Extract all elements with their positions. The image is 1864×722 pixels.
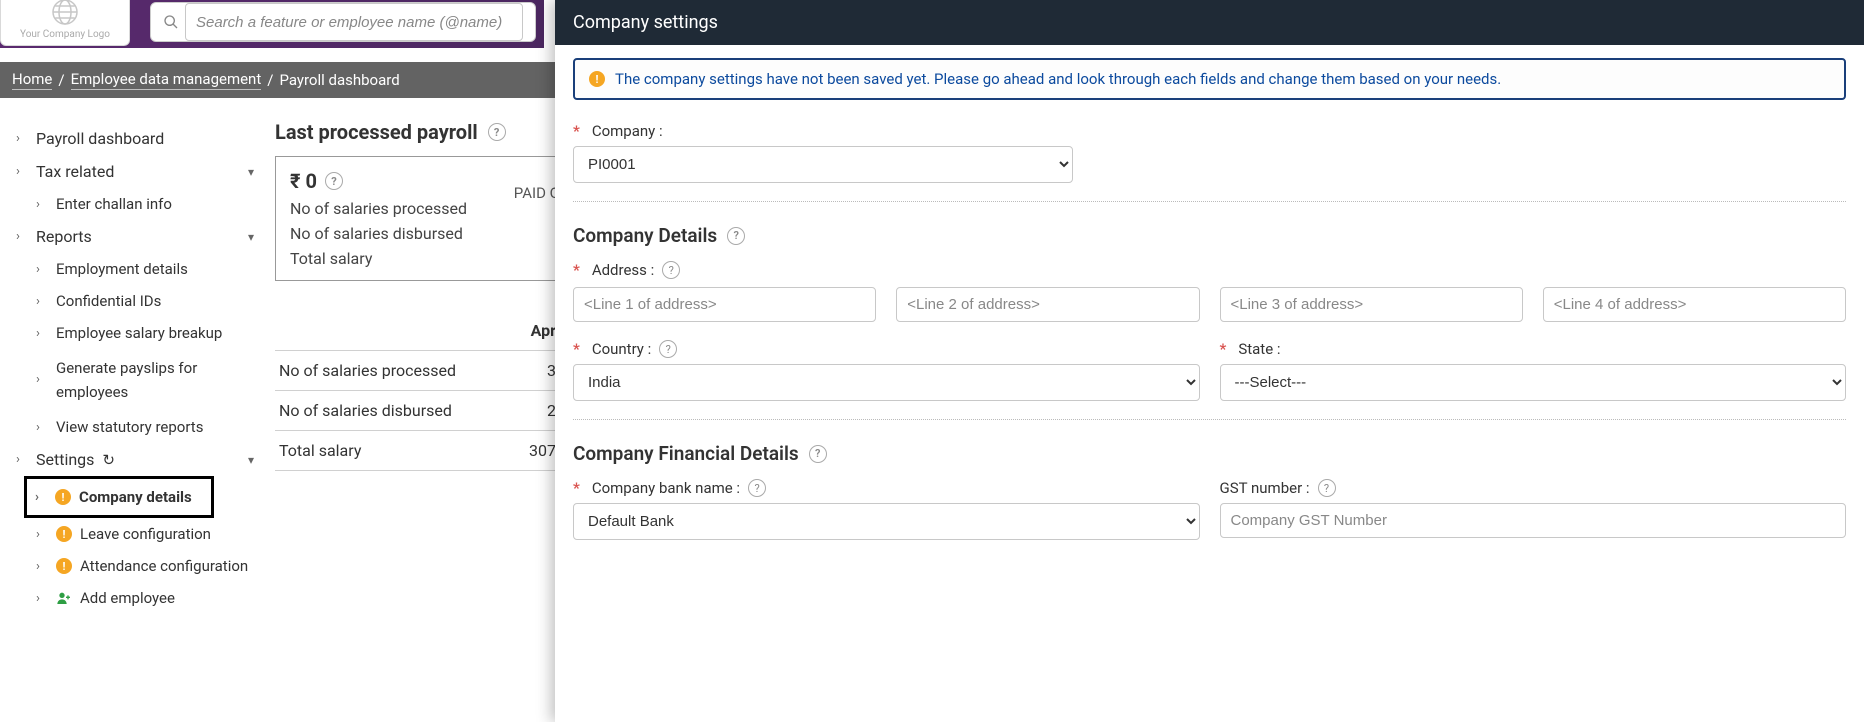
- sidebar-item-payroll-dashboard[interactable]: ›Payroll dashboard: [6, 122, 264, 155]
- user-plus-icon: [56, 590, 72, 606]
- sidebar-item-tax-related[interactable]: ›Tax related▾: [6, 155, 264, 188]
- breadcrumb-home[interactable]: Home: [12, 70, 52, 90]
- company-select[interactable]: PI0001: [573, 146, 1073, 183]
- address-row: [573, 287, 1846, 322]
- help-icon[interactable]: ?: [659, 340, 677, 358]
- help-icon[interactable]: ?: [325, 172, 343, 190]
- warning-icon: !: [56, 526, 72, 542]
- sidebar-item-generate-payslips[interactable]: ›Generate payslips for employees: [6, 349, 264, 411]
- label-country: *Country :?: [573, 340, 1200, 358]
- sidebar-item-reports[interactable]: ›Reports▾: [6, 220, 264, 253]
- company-logo[interactable]: Your Company Logo: [0, 0, 130, 46]
- help-icon[interactable]: ?: [1318, 479, 1336, 497]
- paid-label-fragment: PAID O: [514, 184, 560, 202]
- alert-text: The company settings have not been saved…: [615, 70, 1501, 88]
- globe-icon: [48, 0, 82, 27]
- sidebar-item-employment-details[interactable]: ›Employment details: [6, 253, 264, 285]
- chevron-down-icon: ▾: [248, 230, 254, 244]
- address-line-3[interactable]: [1220, 287, 1523, 322]
- table-row: Total salary307: [275, 431, 560, 471]
- address-line-4[interactable]: [1543, 287, 1846, 322]
- section-financial-details: Company Financial Details? *Company bank…: [573, 442, 1846, 540]
- sidebar-item-add-employee[interactable]: ›Add employee: [6, 582, 264, 614]
- help-icon[interactable]: ?: [748, 479, 766, 497]
- payroll-summary-table: Apr No of salaries processed3 No of sala…: [275, 311, 560, 471]
- chevron-right-icon: ›: [36, 420, 48, 435]
- sidebar-item-view-statutory[interactable]: ›View statutory reports: [6, 411, 264, 443]
- label-bank-name: *Company bank name :?: [573, 479, 1200, 497]
- chevron-right-icon: ›: [36, 326, 48, 341]
- chevron-right-icon: ›: [16, 452, 28, 467]
- warning-icon: !: [55, 489, 71, 505]
- chevron-right-icon: ›: [36, 591, 48, 606]
- chevron-right-icon: ›: [36, 527, 48, 542]
- chevron-right-icon: ›: [16, 131, 28, 146]
- search-icon: [163, 14, 179, 30]
- chevron-right-icon: ›: [16, 164, 28, 179]
- sidebar-item-leave-config[interactable]: ›!Leave configuration: [6, 518, 264, 550]
- panel-body: ! The company settings have not been sav…: [555, 44, 1864, 722]
- breadcrumb-edm[interactable]: Employee data management: [71, 70, 262, 90]
- unsaved-alert: ! The company settings have not been sav…: [573, 58, 1846, 100]
- label-state: *State :: [1220, 340, 1847, 358]
- address-line-2[interactable]: [896, 287, 1199, 322]
- payroll-line: No of salaries processed: [290, 199, 545, 218]
- search-input[interactable]: [185, 3, 523, 41]
- label-gst-number: GST number :?: [1220, 479, 1847, 497]
- sidebar-item-company-details[interactable]: ›!Company details: [29, 481, 205, 513]
- payroll-line: No of salaries disbursed: [290, 224, 545, 243]
- bank-select[interactable]: Default Bank: [573, 503, 1200, 540]
- gst-input[interactable]: [1220, 503, 1847, 538]
- address-line-1[interactable]: [573, 287, 876, 322]
- logo-text: Your Company Logo: [20, 29, 110, 40]
- main-content: Last processed payroll? ₹ 0? No of salar…: [275, 120, 560, 471]
- breadcrumb-current: Payroll dashboard: [279, 71, 399, 89]
- table-row: No of salaries disbursed2: [275, 391, 560, 431]
- section-title-last-payroll: Last processed payroll?: [275, 120, 560, 144]
- chevron-right-icon: ›: [36, 370, 48, 391]
- breadcrumb: Home / Employee data management / Payrol…: [0, 62, 555, 98]
- label-address: *Address :?: [573, 261, 1846, 279]
- company-settings-panel: Company settings ! The company settings …: [555, 0, 1864, 722]
- payroll-line: Total salary: [290, 249, 545, 268]
- search-field[interactable]: [150, 2, 536, 42]
- heading-company-details: Company Details?: [573, 224, 1846, 247]
- sidebar-item-settings[interactable]: ›Settings↻▾: [6, 443, 264, 476]
- chevron-right-icon: ›: [16, 229, 28, 244]
- col-month: Apr: [515, 311, 560, 351]
- label-company: *Company :: [573, 122, 1846, 140]
- chevron-down-icon: ▾: [248, 453, 254, 467]
- state-select[interactable]: ---Select---: [1220, 364, 1847, 401]
- help-icon[interactable]: ?: [662, 261, 680, 279]
- country-select[interactable]: India: [573, 364, 1200, 401]
- top-bar: Your Company Logo: [0, 0, 544, 48]
- panel-title: Company settings: [555, 0, 1864, 45]
- sidebar-highlight-company-details: ›!Company details: [24, 476, 214, 518]
- chevron-right-icon: ›: [35, 490, 47, 505]
- warning-icon: !: [56, 558, 72, 574]
- sidebar-item-attendance-config[interactable]: ›!Attendance configuration: [6, 550, 264, 582]
- chevron-right-icon: ›: [36, 294, 48, 309]
- sidebar-item-enter-challan[interactable]: ›Enter challan info: [6, 188, 264, 220]
- help-icon[interactable]: ?: [727, 227, 745, 245]
- last-payroll-card: ₹ 0? No of salaries processed No of sala…: [275, 156, 560, 281]
- help-icon[interactable]: ?: [488, 123, 506, 141]
- section-company-details: Company Details? *Address :? *Country :?…: [573, 224, 1846, 420]
- help-icon[interactable]: ?: [809, 445, 827, 463]
- chevron-down-icon: ▾: [248, 165, 254, 179]
- heading-financial-details: Company Financial Details?: [573, 442, 1846, 465]
- sidebar: ›Payroll dashboard ›Tax related▾ ›Enter …: [0, 110, 270, 626]
- chevron-right-icon: ›: [36, 262, 48, 277]
- sidebar-item-salary-breakup[interactable]: ›Employee salary breakup: [6, 317, 264, 349]
- refresh-icon[interactable]: ↻: [102, 451, 115, 469]
- payroll-amount: ₹ 0?: [290, 169, 545, 193]
- chevron-right-icon: ›: [36, 197, 48, 212]
- section-company: *Company : PI0001: [573, 122, 1846, 202]
- warning-icon: !: [589, 71, 605, 87]
- sidebar-item-confidential-ids[interactable]: ›Confidential IDs: [6, 285, 264, 317]
- chevron-right-icon: ›: [36, 559, 48, 574]
- table-row: No of salaries processed3: [275, 351, 560, 391]
